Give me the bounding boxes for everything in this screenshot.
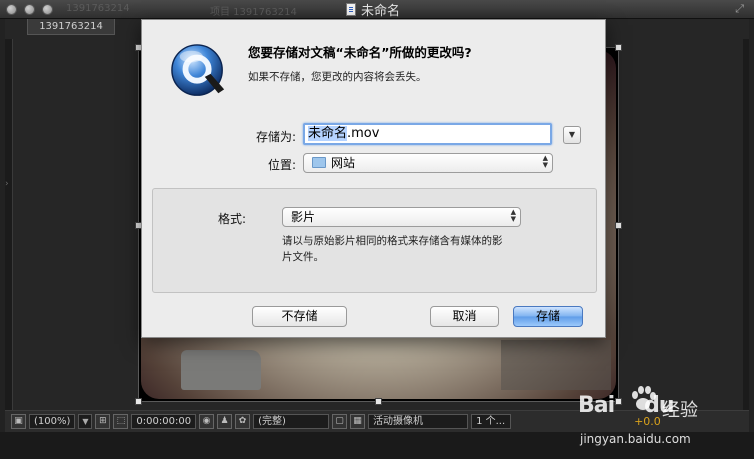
popup-arrows-icon: ▲ ▼ xyxy=(542,154,548,169)
window-titlebar: 1391763214 项目 1391763214 未命名 ⤢ xyxy=(0,0,754,19)
quicktime-icon xyxy=(171,44,225,96)
format-label: 格式: xyxy=(217,212,246,226)
composition-tab[interactable]: 1391763214 xyxy=(27,19,115,35)
zoom-dropdown-arrow[interactable]: ▼ xyxy=(78,414,93,429)
left-panel-strip: › xyxy=(5,39,13,419)
dialog-heading: 您要存储对文稿“未命名”所做的更改吗? xyxy=(248,45,472,60)
format-description: 请以与原始影片相同的格式来存储含有媒体的影 片文件。 xyxy=(282,233,532,265)
folder-icon xyxy=(312,157,326,168)
dont-save-button[interactable]: 不存储 xyxy=(252,306,347,327)
transform-handle-bl[interactable] xyxy=(135,398,142,405)
cancel-button[interactable]: 取消 xyxy=(430,306,499,327)
zoom-dropdown[interactable]: (100%) xyxy=(29,414,76,429)
save-changes-dialog: 您要存储对文稿“未命名”所做的更改吗? 如果不存储，您更改的内容将会丢失。 存储… xyxy=(141,19,606,338)
footage-car xyxy=(181,350,261,390)
snapshot-camera-icon[interactable]: ◉ xyxy=(199,414,215,429)
expand-browser-button[interactable]: ▼ xyxy=(563,126,581,144)
ghost-tab-comp: 1391763214 xyxy=(66,3,130,14)
format-desc-line2: 片文件。 xyxy=(282,251,324,263)
dialog-subtext: 如果不存储，您更改的内容将会丢失。 xyxy=(248,71,427,83)
jingyan-text: 经验 xyxy=(662,400,698,421)
transform-handle-mr[interactable] xyxy=(615,222,622,229)
ghost-tab-project: 项目 1391763214 xyxy=(210,7,297,18)
baidu-paw-icon xyxy=(632,386,656,410)
location-popup[interactable]: 网站 ▲ ▼ xyxy=(303,153,553,173)
left-strip-tick: › xyxy=(5,179,9,189)
mask-visibility-icon[interactable]: ⬚ xyxy=(113,414,129,429)
transparency-grid-icon[interactable]: ▦ xyxy=(350,414,366,429)
region-of-interest-icon[interactable]: ▢ xyxy=(332,414,348,429)
location-label: 位置: xyxy=(267,158,296,172)
baidu-logo-head: Bai xyxy=(578,393,615,418)
popup-arrows-icon: ▲ ▼ xyxy=(510,208,516,223)
location-value: 网站 xyxy=(331,156,356,170)
view-layout-dropdown[interactable]: 1 个... xyxy=(471,414,512,429)
minimize-window-button[interactable] xyxy=(24,4,35,15)
format-desc-line1: 请以与原始影片相同的格式来存储含有媒体的影 xyxy=(282,235,503,247)
color-channels-icon[interactable]: ✿ xyxy=(235,414,251,429)
show-snapshot-icon[interactable]: ♟ xyxy=(217,414,233,429)
filename-field[interactable]: 未命名.mov xyxy=(303,123,552,145)
transform-handle-bm[interactable] xyxy=(375,398,382,405)
save-as-label: 存储为: xyxy=(255,130,296,144)
document-icon xyxy=(346,3,356,16)
current-time-field[interactable]: 0:00:00:00 xyxy=(131,414,197,429)
close-window-button[interactable] xyxy=(6,4,17,15)
save-button[interactable]: 存储 xyxy=(513,306,583,327)
transform-handle-tr[interactable] xyxy=(615,44,622,51)
window-title-text: 未命名 xyxy=(361,4,401,19)
zoom-window-button[interactable] xyxy=(42,4,53,15)
footage-railing xyxy=(501,340,611,390)
fullscreen-icon[interactable]: ⤢ xyxy=(735,2,744,16)
filename-selected-text: 未命名 xyxy=(308,126,348,141)
resolution-dropdown[interactable]: (完整) xyxy=(253,414,330,429)
filename-extension: .mov xyxy=(347,126,380,141)
camera-dropdown[interactable]: 活动摄像机 xyxy=(368,414,469,429)
right-panel-strip xyxy=(743,39,749,419)
always-preview-icon[interactable]: ▣ xyxy=(11,414,26,429)
safe-margins-icon[interactable]: ⊞ xyxy=(95,414,111,429)
window-title: 未命名 xyxy=(346,2,401,19)
format-popup[interactable]: 影片 ▲ ▼ xyxy=(282,207,521,227)
baidu-logo-text: Bai du xyxy=(578,393,675,418)
watermark-url: jingyan.baidu.com xyxy=(580,432,691,446)
format-value: 影片 xyxy=(291,210,316,224)
